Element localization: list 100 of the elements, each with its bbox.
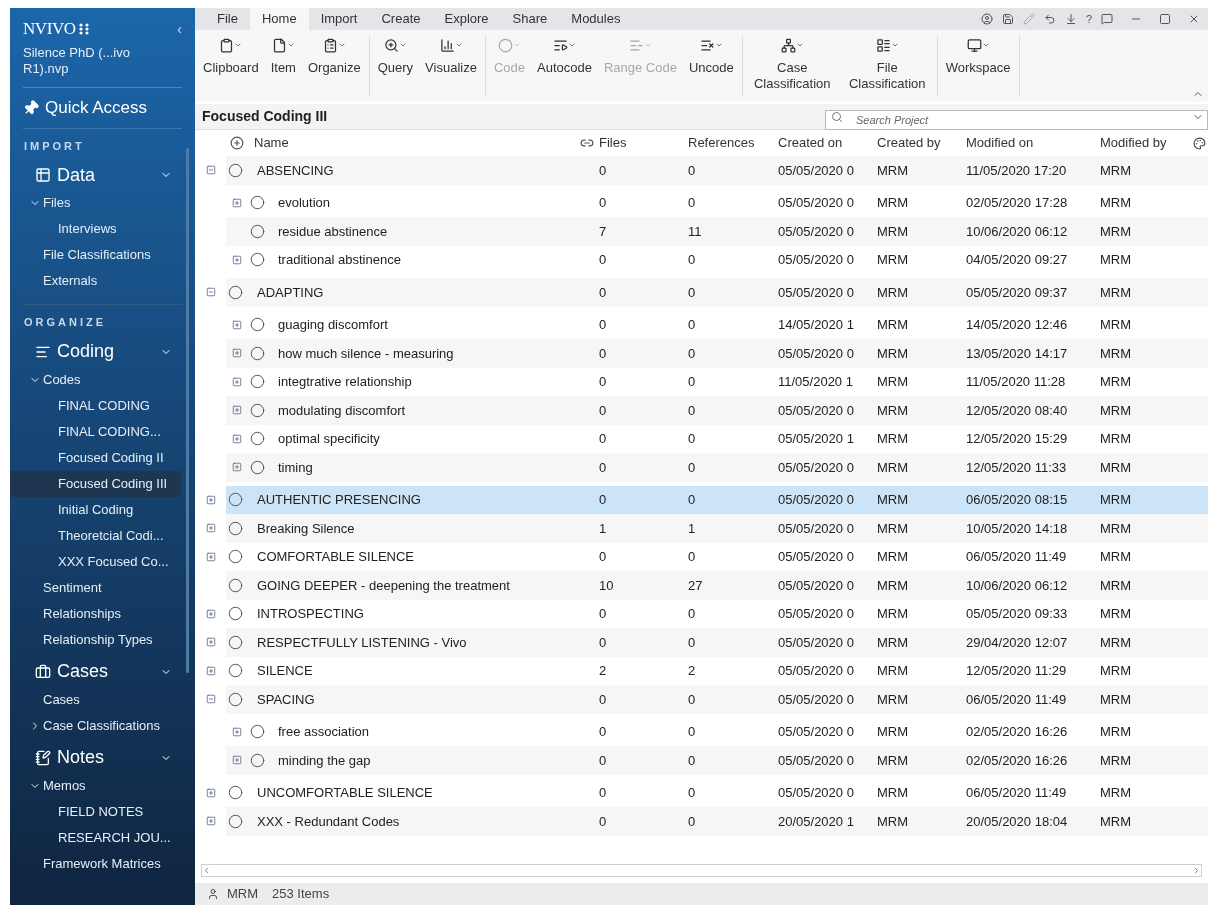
code-row[interactable]: XXX - Redundant Codes 0 0 20/05/2020 1 MRM 20/05/2020 18:04 MRM xyxy=(226,807,1208,836)
expand-icon[interactable] xyxy=(232,433,242,444)
sidebar-item[interactable]: FIELD NOTES xyxy=(10,798,181,825)
expand-icon[interactable] xyxy=(205,551,216,562)
ribbon-button[interactable]: Organize xyxy=(301,36,367,96)
ribbon-button[interactable]: Visualize xyxy=(419,36,483,96)
ribbon-tab[interactable]: Import xyxy=(308,8,370,30)
sidebar-item[interactable]: Focused Coding II xyxy=(10,444,181,471)
ribbon-tab[interactable]: Create xyxy=(369,8,433,30)
ribbon-button[interactable]: Query xyxy=(371,36,420,96)
collapse-button[interactable]: ‹ xyxy=(177,17,182,40)
expand-icon[interactable] xyxy=(232,726,242,737)
collapse-icon[interactable] xyxy=(205,165,216,176)
expand-icon[interactable] xyxy=(205,608,216,619)
sidebar-item[interactable]: Sentiment xyxy=(10,574,181,601)
ribbon-tab[interactable]: File xyxy=(205,8,250,30)
horizontal-scrollbar[interactable] xyxy=(201,864,1202,877)
comment-icon[interactable] xyxy=(1101,13,1113,25)
column-header[interactable]: References xyxy=(688,133,755,153)
link-icon[interactable] xyxy=(580,136,594,150)
sidebar-item[interactable]: Focused Coding III xyxy=(10,470,181,497)
sidebar-item[interactable]: Cases xyxy=(10,686,181,713)
sidebar-item[interactable]: Initial Coding xyxy=(10,496,181,523)
code-row[interactable]: timing 0 0 05/05/2020 0 MRM 12/05/2020 11:33 MRM xyxy=(226,453,1208,482)
help-button[interactable]: ? xyxy=(1085,10,1092,28)
sidebar-item[interactable]: Interviews xyxy=(10,216,181,242)
sidebar-item[interactable]: Relationship Types xyxy=(10,626,181,653)
code-row[interactable]: minding the gap 0 0 05/05/2020 0 MRM 02/05/2020 16:26 MRM xyxy=(226,746,1208,775)
code-row[interactable]: how much silence - measuring 0 0 05/05/2020 0 MRM 13/05/2020 14:17 MRM xyxy=(226,339,1208,368)
save-icon[interactable] xyxy=(1001,13,1014,25)
expand-icon[interactable] xyxy=(205,523,216,534)
sidebar-item[interactable]: Memos xyxy=(10,772,181,799)
ribbon-button[interactable]: Case Classification xyxy=(744,36,840,96)
column-header[interactable]: Files xyxy=(599,133,627,153)
scroll-right-icon[interactable] xyxy=(1192,866,1201,875)
sidebar-scrollbar[interactable] xyxy=(186,148,189,673)
expand-icon[interactable] xyxy=(205,494,216,505)
expand-icon[interactable] xyxy=(232,376,242,387)
code-row[interactable]: Breaking Silence 1 1 05/05/2020 0 MRM 10/05/2020 14:18 MRM xyxy=(226,514,1208,543)
sidebar-item[interactable]: File Classifications xyxy=(10,242,181,268)
undo-icon[interactable] xyxy=(1043,13,1056,25)
expand-icon[interactable] xyxy=(232,254,242,265)
expand-icon[interactable] xyxy=(232,197,242,208)
column-header[interactable]: Created by xyxy=(877,133,941,153)
code-row[interactable]: RESPECTFULLY LISTENING - Vivo 0 0 05/05/2020 0 MRM 29/04/2020 12:07 MRM xyxy=(226,628,1208,657)
sidebar-item[interactable]: FINAL CODING xyxy=(10,392,181,419)
expand-icon[interactable] xyxy=(232,348,242,359)
sidebar-item[interactable]: Framework Matrices xyxy=(10,850,181,877)
code-row[interactable]: ABSENCING 0 0 05/05/2020 0 MRM 11/05/2020 17:20 MRM xyxy=(226,156,1208,185)
expand-icon[interactable] xyxy=(205,816,216,827)
sidebar-item[interactable]: Theoretcial Codi... xyxy=(10,522,181,549)
ribbon-tab[interactable]: Explore xyxy=(432,8,501,30)
maximize-icon[interactable] xyxy=(1159,13,1171,25)
ribbon-button[interactable]: Uncode xyxy=(682,36,740,96)
scroll-left-icon[interactable] xyxy=(202,866,211,875)
expand-icon[interactable] xyxy=(232,405,242,416)
search-field[interactable]: Search Project xyxy=(825,109,1208,130)
column-header[interactable]: Name xyxy=(254,133,289,153)
sidebar-group-header[interactable]: Cases xyxy=(20,656,185,687)
ribbon-tab[interactable]: Share xyxy=(500,8,560,30)
add-column-icon[interactable] xyxy=(230,136,244,150)
ribbon-button[interactable]: Clipboard xyxy=(197,36,265,96)
sidebar-item[interactable]: Externals xyxy=(10,268,181,294)
palette-icon[interactable] xyxy=(1193,136,1206,150)
ribbon-button[interactable]: File Classification xyxy=(839,36,935,96)
column-header[interactable]: Modified on xyxy=(966,133,1034,153)
account-icon[interactable] xyxy=(980,13,993,25)
quick-access-link[interactable]: Quick Access xyxy=(23,87,182,128)
close-icon[interactable] xyxy=(1188,13,1200,25)
ribbon-tab[interactable]: Home xyxy=(249,8,309,30)
sidebar-item[interactable]: FINAL CODING... xyxy=(10,418,181,445)
code-row[interactable]: AUTHENTIC PRESENCING 0 0 05/05/2020 0 MRM 06/05/2020 08:15 MRM xyxy=(226,485,1208,514)
pencil-icon[interactable] xyxy=(1022,13,1035,25)
sidebar-item[interactable]: Case Classifications xyxy=(10,712,181,739)
expand-icon[interactable] xyxy=(205,637,216,648)
sidebar-item[interactable]: Relationships xyxy=(10,600,181,627)
ribbon-button[interactable]: Autocode xyxy=(531,36,598,96)
sidebar-group-header[interactable]: Notes xyxy=(20,742,185,773)
code-row[interactable]: SPACING 0 0 05/05/2020 0 MRM 06/05/2020 11:49 MRM xyxy=(226,685,1208,714)
expand-icon[interactable] xyxy=(205,665,216,676)
expand-icon[interactable] xyxy=(232,462,242,473)
expand-icon[interactable] xyxy=(205,787,216,798)
sidebar-group-header[interactable]: Coding xyxy=(20,336,185,367)
ribbon-button[interactable]: Workspace xyxy=(939,36,1017,96)
sidebar-item[interactable]: Files xyxy=(10,190,181,216)
sidebar-item[interactable]: RESEARCH JOU... xyxy=(10,824,181,851)
expand-icon[interactable] xyxy=(232,319,242,330)
collapse-icon[interactable] xyxy=(205,287,216,298)
code-row[interactable]: GOING DEEPER - deepening the treatment 10 27 05/05/2020 0 MRM 10/06/2020 06:12 MRM xyxy=(226,571,1208,600)
expand-icon[interactable] xyxy=(232,755,242,766)
collapse-icon[interactable] xyxy=(205,694,216,705)
ribbon-button[interactable]: Item xyxy=(264,36,302,96)
code-row[interactable]: ADAPTING 0 0 05/05/2020 0 MRM 05/05/2020 09:37 MRM xyxy=(226,278,1208,307)
code-row[interactable]: residue abstinence 7 11 05/05/2020 0 MRM 10/06/2020 06:12 MRM xyxy=(226,217,1208,246)
sidebar-item[interactable]: XXX Focused Co... xyxy=(10,548,181,575)
column-header[interactable]: Modified by xyxy=(1100,133,1167,153)
column-header[interactable]: Created on xyxy=(778,133,843,153)
code-row[interactable]: modulating discomfort 0 0 05/05/2020 0 MRM 12/05/2020 08:40 MRM xyxy=(226,396,1208,425)
sidebar-item[interactable]: Codes xyxy=(10,366,181,393)
ribbon-tab[interactable]: Modules xyxy=(559,8,633,30)
